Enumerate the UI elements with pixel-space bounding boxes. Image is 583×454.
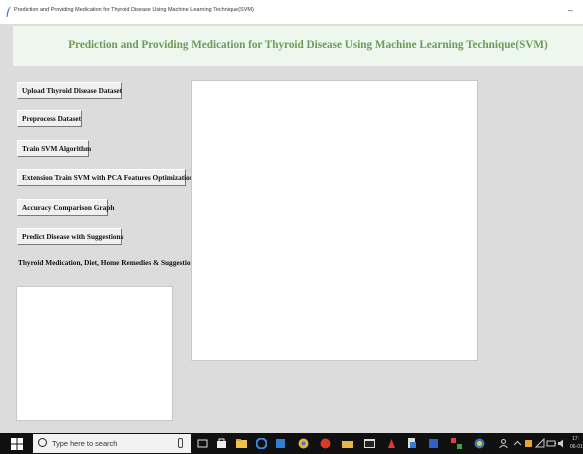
python-icon[interactable]	[474, 438, 485, 449]
suggestion-label: Thyroid Medication, Diet, Home Remedies …	[18, 258, 195, 267]
page-title: Prediction and Providing Medication for …	[68, 39, 548, 51]
windows-taskbar: Type here to search 17: 06-01	[0, 433, 583, 454]
search-placeholder: Type here to search	[52, 439, 118, 448]
predict-disease-button[interactable]: Predict Disease with Suggestions	[17, 228, 123, 245]
edge-browser-icon[interactable]	[256, 438, 267, 449]
app-red-icon[interactable]	[320, 438, 331, 449]
clock-time[interactable]: 17:	[572, 436, 579, 442]
store-icon[interactable]	[216, 438, 227, 449]
suggestion-text-area[interactable]	[16, 286, 173, 421]
accuracy-comparison-graph-button[interactable]: Accuracy Comparison Graph	[17, 199, 114, 216]
file-explorer-icon[interactable]	[236, 438, 247, 449]
app-multicolor-icon[interactable]	[451, 438, 462, 449]
tray-app-icon[interactable]	[523, 438, 534, 449]
microphone-icon[interactable]	[178, 438, 183, 448]
person-icon[interactable]	[498, 438, 509, 449]
chrome-icon[interactable]	[298, 438, 309, 449]
pdf-reader-icon[interactable]	[386, 438, 397, 449]
volume-icon[interactable]	[557, 438, 568, 449]
taskbar-search-input[interactable]: Type here to search	[33, 434, 191, 453]
minimize-button[interactable]: –	[568, 5, 573, 15]
window-titlebar: Prediction and Providing Medication for …	[0, 0, 583, 24]
train-svm-button[interactable]: Train SVM Algorithm	[17, 140, 91, 157]
preprocess-dataset-button[interactable]: Preprocess Dataset	[17, 110, 82, 127]
word-icon[interactable]	[428, 438, 439, 449]
photos-icon[interactable]	[275, 438, 286, 449]
windows-start-icon[interactable]	[11, 438, 23, 450]
feather-icon	[6, 6, 11, 17]
task-view-icon[interactable]	[197, 438, 208, 449]
chevron-up-icon[interactable]	[512, 438, 523, 449]
output-text-area[interactable]	[191, 80, 478, 361]
folder-icon[interactable]	[342, 438, 353, 449]
extension-train-svm-pca-button[interactable]: Extension Train SVM with PCA Features Op…	[17, 169, 194, 186]
app-header: Prediction and Providing Medication for …	[13, 26, 583, 66]
network-icon[interactable]	[535, 438, 546, 449]
upload-dataset-button[interactable]: Upload Thyroid Disease Dataset	[17, 82, 122, 99]
battery-icon[interactable]	[546, 438, 557, 449]
window-title: Prediction and Providing Medication for …	[14, 7, 254, 13]
document-app-icon[interactable]	[406, 438, 417, 449]
terminal-icon[interactable]	[364, 438, 375, 449]
clock-date[interactable]: 06-01	[570, 444, 583, 450]
cortana-circle-icon	[38, 438, 47, 447]
